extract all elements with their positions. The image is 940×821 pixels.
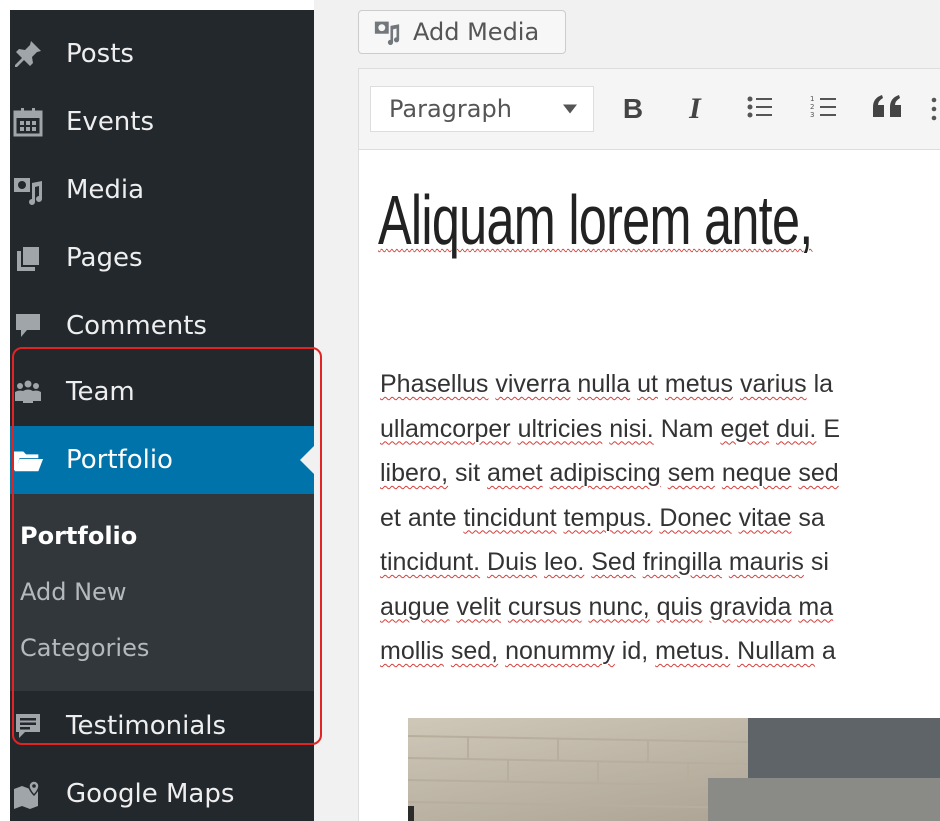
body-word: neque [721,459,792,487]
body-word: sem [667,459,715,487]
body-word: mollis [380,637,444,665]
body-word: sa [798,503,825,532]
bullet-list-icon [746,95,774,123]
body-line: mollis sed, nonummy id, metus. Nullam a [380,629,940,674]
body-word: fringilla [642,548,722,576]
map-icon [12,778,44,810]
sidebar-item-label: Posts [66,39,134,69]
body-word: Phasellus [380,370,489,398]
calendar-icon [12,106,44,138]
media-icon [12,174,44,206]
annotation-highlight-box [12,347,322,745]
body-word: viverra [495,370,571,398]
body-word: Sed [591,548,636,576]
body-word: Nullam [737,637,815,665]
body-line: et ante tincidunt tempus. Donec vitae sa [380,496,940,541]
body-word: cursus [507,592,582,621]
post-title-text: Aliquam lorem ante, [378,181,813,259]
bullet-list-button[interactable] [744,88,776,130]
body-word: nulla [577,370,631,398]
svg-text:3: 3 [810,111,814,119]
body-word: mauris [728,548,804,576]
body-word: tincidunt [463,503,557,532]
body-word: eget [720,414,770,443]
blockquote-button[interactable] [868,88,908,130]
sidebar-item-label: Comments [66,311,207,341]
body-word: nunc, [588,592,650,621]
body-word: augue [380,592,450,621]
body-word: Duis [487,548,538,576]
format-select-value: Paragraph [389,95,512,123]
body-word: Donec [659,503,732,532]
body-word: nisi. [609,414,654,443]
body-word: leo. [543,548,585,576]
body-line: libero, sit amet adipiscing sem neque se… [380,451,940,496]
format-select[interactable]: Paragraph [370,86,594,132]
body-word: sed, [450,637,499,665]
body-word: amet [487,459,543,487]
body-line: Phasellus viverra nulla ut metus varius … [380,362,940,407]
add-media-label: Add Media [413,18,540,46]
post-body[interactable]: Phasellus viverra nulla ut metus varius … [380,362,940,674]
svg-text:1: 1 [810,95,814,103]
body-word: ante [407,503,457,532]
body-word: ullamcorper [380,414,511,443]
body-word: gravida [709,592,792,621]
body-word: sed [798,459,839,487]
body-word: libero, [380,459,449,487]
svg-text:2: 2 [810,103,814,111]
body-word: ultricies [517,414,603,443]
body-word: sit [455,459,481,487]
body-word: E [823,414,841,443]
embedded-photo[interactable] [408,718,940,821]
sidebar-item-label: Events [66,107,155,137]
add-media-button[interactable]: Add Media [358,10,566,54]
numbered-list-button[interactable]: 123 [808,88,840,130]
body-line: ullamcorper ultricies nisi. Nam eget dui… [380,407,940,452]
body-word: tempus. [563,503,653,532]
numbered-list-icon: 123 [810,94,838,124]
sidebar-item-label: Pages [66,243,143,273]
sidebar-item-google-maps[interactable]: Google Maps [0,760,314,821]
pages-icon [12,242,44,274]
post-title[interactable]: Aliquam lorem ante, [378,180,813,260]
body-word: ma [798,592,834,621]
body-word: metus. [655,637,731,665]
body-word: vitae [738,503,792,532]
comment-icon [12,310,44,342]
body-word: metus [664,370,734,398]
sidebar-item-media[interactable]: Media [0,156,314,224]
body-word: Nam [660,414,714,443]
sidebar-item-label: Media [66,175,145,205]
body-word: quis [656,592,703,621]
body-word: dui. [776,414,817,443]
body-word: la [813,370,834,398]
sidebar-item-label: Google Maps [66,779,235,809]
body-word: a [821,637,836,665]
body-line: tincidunt. Duis leo. Sed fringilla mauri… [380,540,940,585]
body-word: id, [621,637,649,665]
pushpin-icon [12,38,44,70]
body-word: nonummy [505,637,615,665]
body-word: varius [739,370,807,398]
more-toolbar-icon[interactable] [928,88,940,130]
left-crop [0,0,10,821]
body-word: si [810,548,829,576]
body-word: ut [637,370,658,398]
body-word: velit [456,592,501,621]
body-word: adipiscing [549,459,661,487]
chevron-down-icon [563,104,577,114]
media-icon [373,19,401,45]
sidebar-item-events[interactable]: Events [0,88,314,156]
body-line: augue velit cursus nunc, quis gravida ma [380,585,940,630]
sidebar-item-posts[interactable]: Posts [0,20,314,88]
body-word: et [380,503,401,532]
sidebar-item-pages[interactable]: Pages [0,224,314,292]
body-word: tincidunt. [380,548,481,576]
wp-admin-screen: Posts Events Media Pages Comments Team P… [0,0,940,821]
quote-icon [871,90,905,128]
italic-button[interactable]: I [680,88,710,130]
bold-button[interactable]: B [618,88,648,130]
